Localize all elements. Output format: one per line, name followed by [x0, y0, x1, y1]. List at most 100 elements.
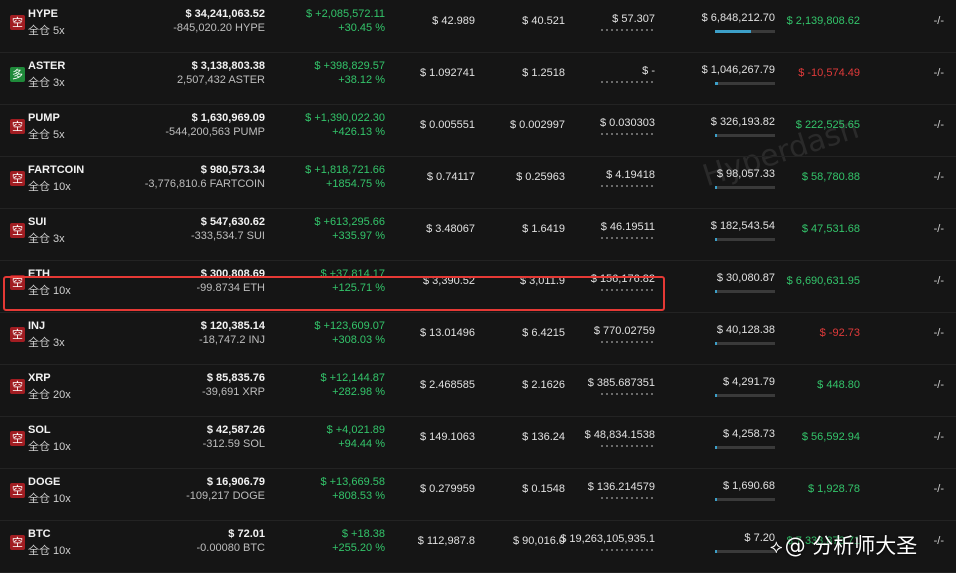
entry-price: $ 1.092741	[419, 67, 475, 79]
asset-name[interactable]: INJ	[28, 320, 45, 332]
tp-sl[interactable]: -/-	[934, 379, 944, 391]
mark-price: $ 136.24	[522, 431, 565, 443]
unrealized-pnl: $ +12,144.87	[320, 372, 385, 384]
asset-name[interactable]: SUI	[28, 216, 46, 228]
margin-used: $ 1,690.68	[723, 480, 775, 492]
margin-used: $ 4,291.79	[723, 376, 775, 388]
position-size: -109,217 DOGE	[186, 490, 265, 502]
margin-ratio-fill	[715, 446, 717, 449]
mark-price: $ 6.4215	[522, 327, 565, 339]
asset-name[interactable]: BTC	[28, 528, 51, 540]
table-row[interactable]: 空 INJ 全仓 3x $ 120,385.14 -18,747.2 INJ $…	[0, 312, 956, 365]
liquidation-price: $ -	[642, 65, 655, 77]
position-value: $ 16,906.79	[206, 476, 265, 488]
asset-name[interactable]: HYPE	[28, 8, 58, 20]
tp-sl[interactable]: -/-	[934, 15, 944, 27]
margin-used: $ 30,080.87	[716, 272, 775, 284]
side-badge: 空	[10, 379, 25, 394]
asset-name[interactable]: XRP	[28, 372, 51, 384]
funding: $ 56,592.94	[801, 431, 860, 443]
unrealized-pnl-percent: +808.53 %	[332, 490, 385, 502]
tp-sl[interactable]: -/-	[934, 171, 944, 183]
unrealized-pnl: $ +398,829.57	[314, 60, 385, 72]
table-row[interactable]: 空 PUMP 全仓 5x $ 1,630,969.09 -544,200,563…	[0, 104, 956, 157]
funding: $ 58,780.88	[801, 171, 860, 183]
unrealized-pnl-percent: +255.20 %	[332, 542, 385, 554]
liquidation-dotted-underline	[601, 237, 655, 239]
position-size: -3,776,810.6 FARTCOIN	[144, 178, 265, 190]
margin-mode: 全仓 10x	[28, 545, 71, 557]
side-badge: 空	[10, 15, 25, 30]
asset-name[interactable]: ASTER	[28, 60, 65, 72]
margin-used: $ 98,057.33	[716, 168, 775, 180]
unrealized-pnl-percent: +38.12 %	[338, 74, 385, 86]
mark-price: $ 40.521	[522, 15, 565, 27]
entry-price: $ 149.1063	[419, 431, 475, 443]
margin-used: $ 40,128.38	[716, 324, 775, 336]
liquidation-dotted-underline	[601, 445, 655, 447]
tp-sl[interactable]: -/-	[934, 483, 944, 495]
position-value: $ 120,385.14	[200, 320, 265, 332]
margin-ratio-fill	[715, 550, 717, 553]
unrealized-pnl: $ +4,021.89	[326, 424, 385, 436]
asset-name[interactable]: DOGE	[28, 476, 60, 488]
side-badge: 空	[10, 223, 25, 238]
position-size: -39,691 XRP	[202, 386, 265, 398]
side-badge: 空	[10, 119, 25, 134]
tp-sl[interactable]: -/-	[934, 67, 944, 79]
margin-used: $ 326,193.82	[710, 116, 775, 128]
unrealized-pnl: $ +1,818,721.66	[305, 164, 385, 176]
side-badge: 空	[10, 535, 25, 550]
mark-price: $ 90,016.0	[513, 535, 565, 547]
table-row[interactable]: 空 XRP 全仓 20x $ 85,835.76 -39,691 XRP $ +…	[0, 364, 956, 417]
margin-mode: 全仓 5x	[28, 129, 65, 141]
margin-ratio-fill	[715, 82, 718, 85]
margin-mode: 全仓 20x	[28, 389, 71, 401]
unrealized-pnl: $ +123,609.07	[314, 320, 385, 332]
funding: $ 2,139,808.62	[786, 15, 860, 27]
tp-sl[interactable]: -/-	[934, 119, 944, 131]
entry-price: $ 2.468585	[419, 379, 475, 391]
liquidation-price: $ 0.030303	[599, 117, 655, 129]
position-value: $ 85,835.76	[206, 372, 265, 384]
side-badge: 空	[10, 171, 25, 186]
position-value: $ 547,630.62	[200, 216, 265, 228]
liquidation-price: $ 19,263,105,935.1	[560, 533, 655, 545]
tp-sl[interactable]: -/-	[934, 431, 944, 443]
table-row[interactable]: 空 SOL 全仓 10x $ 42,587.26 -312.59 SOL $ +…	[0, 416, 956, 469]
funding: $ 222,525.65	[795, 119, 860, 131]
tp-sl[interactable]: -/-	[934, 275, 944, 287]
unrealized-pnl-percent: +335.97 %	[332, 230, 385, 242]
table-row[interactable]: 空 DOGE 全仓 10x $ 16,906.79 -109,217 DOGE …	[0, 468, 956, 521]
margin-ratio-fill	[715, 342, 717, 345]
tp-sl[interactable]: -/-	[934, 535, 944, 547]
asset-name[interactable]: SOL	[28, 424, 51, 436]
margin-used: $ 1,046,267.79	[701, 64, 775, 76]
margin-mode: 全仓 10x	[28, 441, 71, 453]
tp-sl[interactable]: -/-	[934, 223, 944, 235]
side-badge: 多	[10, 67, 25, 82]
table-row[interactable]: 多 ASTER 全仓 3x $ 3,138,803.38 2,507,432 A…	[0, 52, 956, 105]
margin-ratio-bar	[715, 342, 775, 345]
position-value: $ 34,241,063.52	[185, 8, 265, 20]
position-size: -845,020.20 HYPE	[173, 22, 265, 34]
margin-mode: 全仓 3x	[28, 233, 65, 245]
margin-ratio-bar	[715, 134, 775, 137]
margin-used: $ 4,258.73	[723, 428, 775, 440]
tp-sl[interactable]: -/-	[934, 327, 944, 339]
table-row[interactable]: 空 SUI 全仓 3x $ 547,630.62 -333,534.7 SUI …	[0, 208, 956, 261]
liquidation-price: $ 385.687351	[587, 377, 655, 389]
position-value: $ 42,587.26	[206, 424, 265, 436]
mark-price: $ 1.2518	[522, 67, 565, 79]
table-row[interactable]: 空 FARTCOIN 全仓 10x $ 980,573.34 -3,776,81…	[0, 156, 956, 209]
position-size: 2,507,432 ASTER	[176, 74, 265, 86]
unrealized-pnl-percent: +308.03 %	[332, 334, 385, 346]
margin-ratio-bar	[715, 394, 775, 397]
margin-mode: 全仓 5x	[28, 25, 65, 37]
diamond-logo-icon: ⟡	[770, 536, 783, 558]
asset-name[interactable]: FARTCOIN	[28, 164, 84, 176]
table-row[interactable]: 空 HYPE 全仓 5x $ 34,241,063.52 -845,020.20…	[0, 0, 956, 53]
asset-name[interactable]: PUMP	[28, 112, 60, 124]
mark-price: $ 2.1626	[522, 379, 565, 391]
margin-ratio-bar	[715, 550, 775, 553]
